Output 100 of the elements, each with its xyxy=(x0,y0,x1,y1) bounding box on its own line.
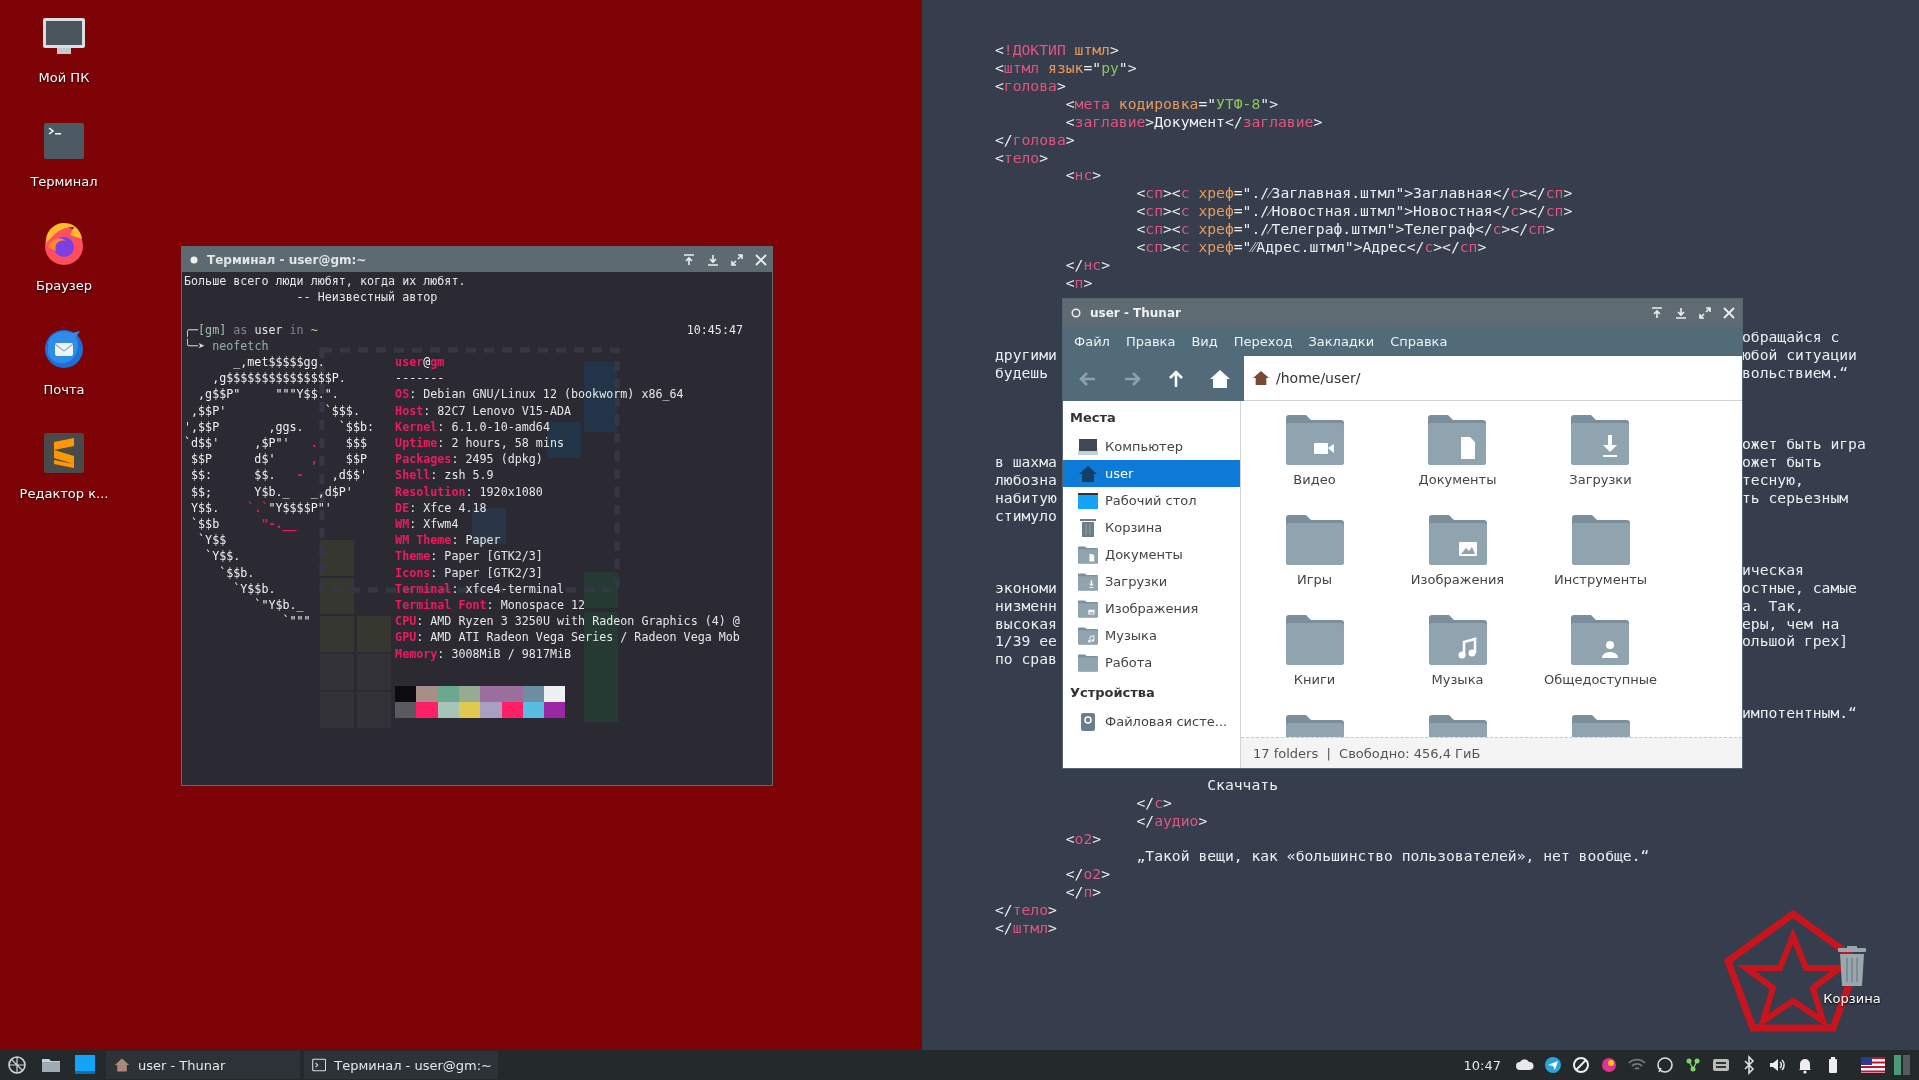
code-fragment: вольствием.“ xyxy=(1742,363,1849,382)
code-line: <сп><с хреф="⁄⁄Адрес.штмл">Адрес</с></сп> xyxy=(1135,238,1487,256)
desktop-shortcut[interactable]: Браузер xyxy=(36,221,92,325)
code-fragment: ожет быть xyxy=(1742,453,1822,472)
drive-icon xyxy=(1078,712,1098,731)
ball-icon[interactable] xyxy=(1599,1055,1619,1075)
info-line: Shell: zsh 5.9 xyxy=(395,468,494,483)
code-fragment: в шахма xyxy=(995,453,1057,472)
maximize-button[interactable] xyxy=(730,252,744,267)
taskbar-button[interactable]: Терминал - user@gm:~ xyxy=(304,1051,498,1079)
separator-text: ------- xyxy=(395,371,445,386)
sidebar-heading: Устройства xyxy=(1069,683,1156,702)
code-fragment: ольшой грех] xyxy=(1742,632,1849,651)
shade-button[interactable] xyxy=(682,252,696,267)
folder-item[interactable]: Изображения xyxy=(1410,515,1505,615)
info-line: Theme: Paper [GTK2/3] xyxy=(395,549,543,564)
info-line: CPU: AMD Ryzen 3 3250U with Radeon Graphics (4) @ xyxy=(395,614,740,629)
user-host-text: user@gm xyxy=(395,355,445,369)
menu-item[interactable]: Вид xyxy=(1183,334,1226,349)
desktop-shortcut[interactable]: Мой ПК xyxy=(38,13,90,117)
menu-item[interactable]: Переход xyxy=(1225,334,1301,349)
folder-icon xyxy=(1078,653,1098,672)
trash-icon xyxy=(1078,518,1098,537)
prompt-time: 10:45:47 xyxy=(686,321,743,338)
person-folder-icon xyxy=(1571,615,1630,665)
sidebar-item[interactable]: Загрузки xyxy=(1063,568,1240,595)
code-fragment: остные, самые xyxy=(1742,578,1857,597)
document-folder-icon xyxy=(1428,415,1487,465)
menu-item[interactable]: Закладки xyxy=(1300,334,1383,349)
minimize-button[interactable] xyxy=(1674,306,1688,320)
location-field[interactable]: /home/user/ xyxy=(1244,356,1742,401)
folder-item[interactable]: Инструменты xyxy=(1554,515,1647,615)
trash-icon xyxy=(1835,946,1869,986)
sidebar-item[interactable]: Работа xyxy=(1063,649,1240,676)
info-line: Memory: 3008MiB / 9817MiB xyxy=(395,646,572,661)
sidebar-item[interactable]: user xyxy=(1063,460,1240,487)
shade-button[interactable] xyxy=(1650,306,1664,320)
window-title: Терминал - user@gm:~ xyxy=(207,252,367,267)
code-line: <заглавие>Документ</заглавие> xyxy=(1064,112,1323,130)
folder-item[interactable]: Общедоступные xyxy=(1543,615,1658,715)
code-fragment: стимуло xyxy=(995,506,1057,525)
sidebar-item[interactable]: Корзина xyxy=(1063,514,1240,541)
desktop-shortcut[interactable]: Почта xyxy=(40,325,88,429)
slashed-circle-icon[interactable] xyxy=(1571,1055,1591,1075)
folder-item[interactable]: Музыка xyxy=(1428,615,1487,715)
sidebar-item[interactable]: Документы xyxy=(1063,541,1240,568)
code-line: <сп><с хреф="./⁄Новостная.штмл">Новостная</с></сп> xyxy=(1135,202,1573,220)
info-line: Icons: Paper [GTK2/3] xyxy=(395,565,543,580)
folder-item[interactable]: Видео xyxy=(1285,415,1344,515)
sidebar-item[interactable]: Компьютер xyxy=(1063,433,1240,460)
download-folder-icon xyxy=(1078,572,1098,591)
code-line: <штмл язык="ру"> xyxy=(995,58,1137,76)
desktop-shortcut[interactable]: Терминал xyxy=(30,117,98,221)
image-folder-icon xyxy=(1078,599,1098,618)
clock-text[interactable]: 10:47 xyxy=(1463,1057,1501,1073)
folder-item[interactable]: Игры xyxy=(1285,515,1344,615)
workspace-switcher-icon[interactable] xyxy=(1893,1053,1911,1077)
minimize-button[interactable] xyxy=(706,252,720,267)
info-line: WM: Xfwm4 xyxy=(395,517,459,531)
code-fragment: импотентным.“ xyxy=(1742,704,1857,723)
code-line: <сп><с хреф="./⁄Заглавная.штмл">Заглавная</с></сп> xyxy=(1135,184,1573,202)
sidebar-item[interactable]: Рабочий стол xyxy=(1063,487,1240,514)
code-line: „Такой вещи, как «большинство пользователей», нет вообще.“ xyxy=(1135,847,1650,865)
folder-item[interactable]: Загрузки xyxy=(1569,415,1632,515)
paper-plane-icon[interactable] xyxy=(1543,1055,1563,1075)
code-fragment: обращайся с xyxy=(1742,327,1840,346)
close-button[interactable] xyxy=(1722,306,1736,320)
status-text: 17 folders | Свободно: 456,4 ГиБ xyxy=(1253,745,1481,761)
circle-icon xyxy=(1071,308,1081,318)
code-line: </голова> xyxy=(995,130,1075,148)
menu-item[interactable]: Справка xyxy=(1382,334,1456,349)
sidebar-item[interactable]: Музыка xyxy=(1063,622,1240,649)
code-line: <сп><с хреф="./⁄Телеграф.штмл">Телеграф</с></сп> xyxy=(1135,220,1555,238)
code-line: </п> xyxy=(1064,883,1102,901)
code-fragment: экономи xyxy=(995,578,1057,597)
folder-item[interactable]: Документы xyxy=(1418,415,1497,515)
sidebar-heading: Места xyxy=(1069,408,1117,427)
code-line: <о2> xyxy=(1064,829,1102,847)
sidebar-item[interactable]: Файловая систе... xyxy=(1063,708,1240,735)
menu-item[interactable]: Правка xyxy=(1117,334,1184,349)
home-icon xyxy=(1078,464,1098,483)
code-line: </о2> xyxy=(1064,865,1110,883)
desktop-shortcut[interactable]: Редактор к... xyxy=(19,429,109,533)
flag-icon[interactable] xyxy=(1861,1057,1885,1073)
maximize-button[interactable] xyxy=(1698,306,1712,320)
info-line: Uptime: 2 hours, 58 mins xyxy=(395,436,564,450)
chat-icon[interactable] xyxy=(1655,1055,1675,1075)
taskbar-button[interactable]: user - Thunar xyxy=(106,1051,300,1079)
menu-item[interactable]: Файл xyxy=(1066,334,1118,349)
code-fragment: 1/39 ее xyxy=(995,632,1057,651)
code-fragment: еры, чем на xyxy=(1742,614,1840,633)
close-button[interactable] xyxy=(754,252,768,267)
music-folder-icon xyxy=(1428,615,1487,665)
folder-item[interactable]: Книги xyxy=(1285,615,1344,715)
window-title: user - Thunar xyxy=(1090,306,1181,320)
info-line: Terminal Font: Monospace 12 xyxy=(395,598,586,613)
command-line: ╰─➤ neofetch xyxy=(184,338,269,353)
code-fragment: будешь xyxy=(995,363,1049,382)
sidebar-item[interactable]: Изображения xyxy=(1063,595,1240,622)
info-line: OS: Debian GNU/Linux 12 (bookworm) x86_64 xyxy=(395,387,684,402)
